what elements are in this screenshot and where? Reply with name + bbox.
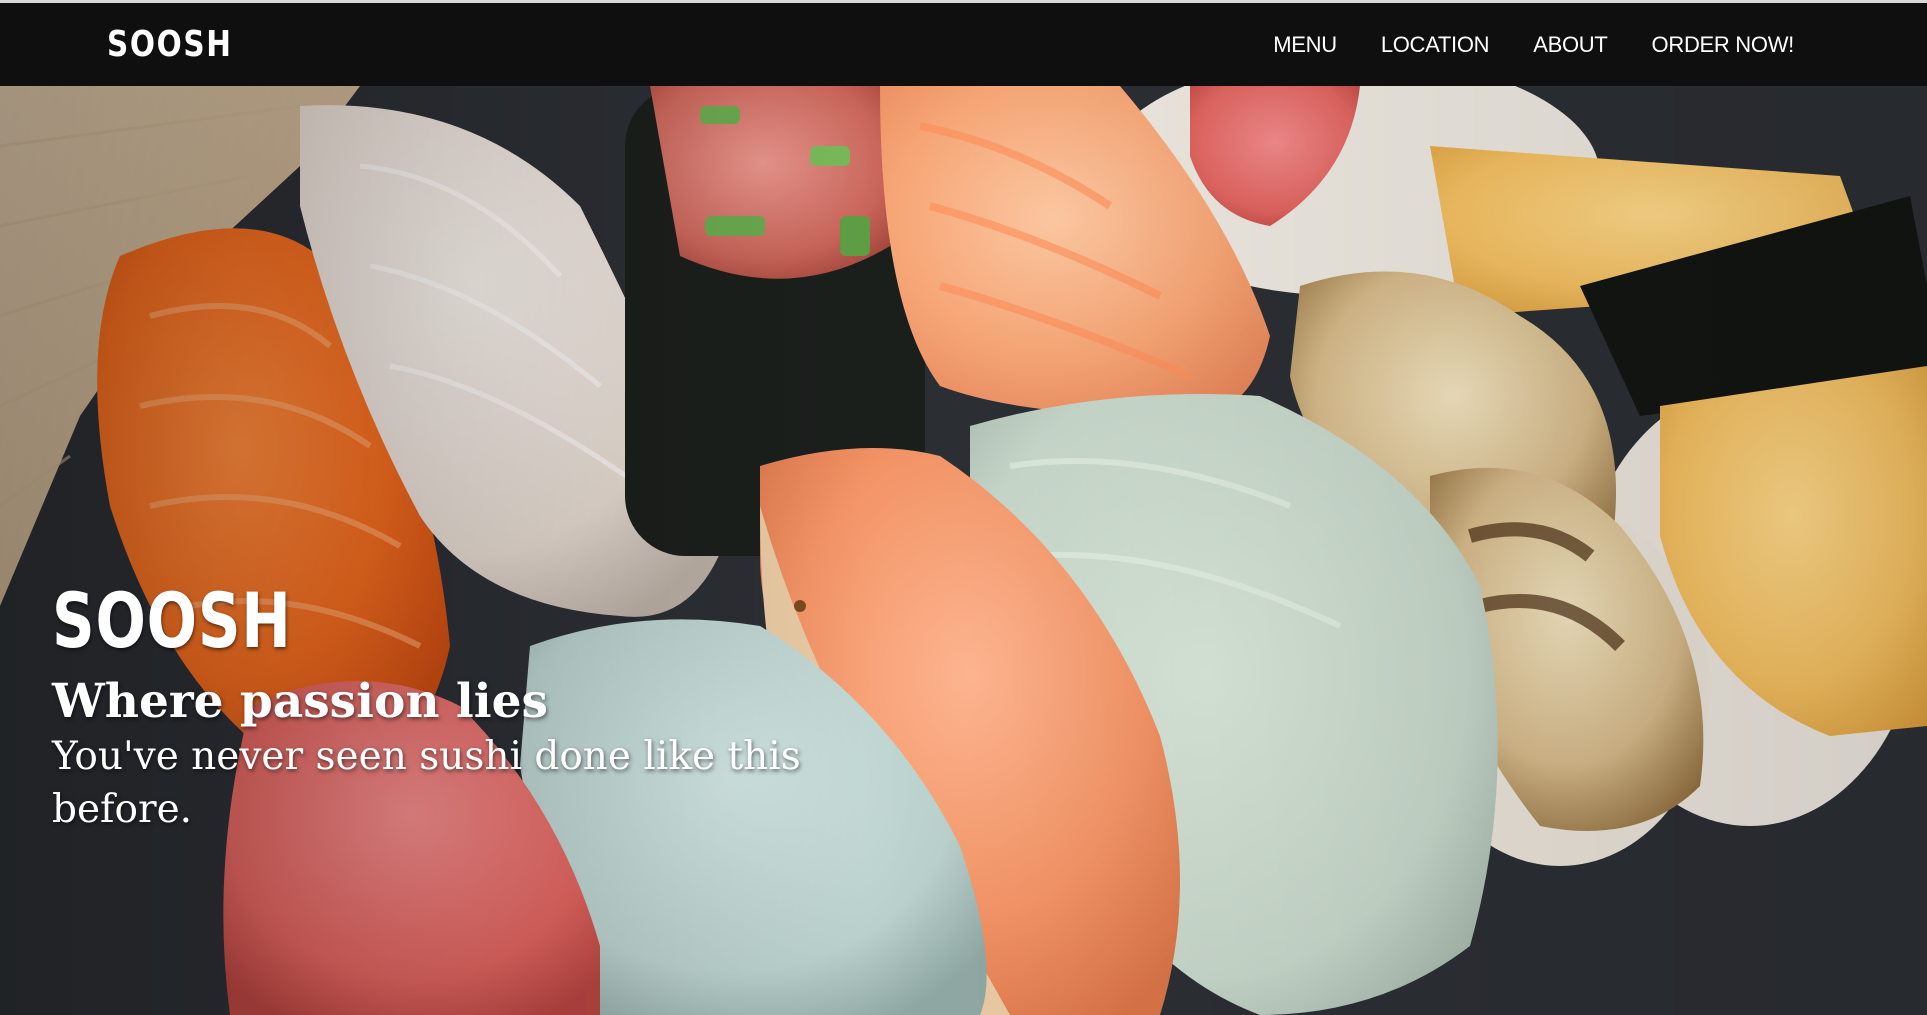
hero-title: SOOSH	[52, 576, 292, 665]
top-navbar: SOOSH MENU LOCATION ABOUT ORDER NOW!	[0, 0, 1927, 86]
hero-tagline: Where passion lies	[52, 674, 548, 729]
hero-section: SOOSH Where passion lies You've never se…	[0, 86, 1927, 1015]
hero-text-block: SOOSH Where passion lies You've never se…	[52, 576, 872, 836]
nav-links: MENU LOCATION ABOUT ORDER NOW!	[1273, 31, 1794, 59]
nav-link-order-now[interactable]: ORDER NOW!	[1652, 31, 1795, 59]
nav-link-location[interactable]: LOCATION	[1381, 31, 1490, 59]
nav-link-about[interactable]: ABOUT	[1533, 31, 1608, 59]
brand-logo[interactable]: SOOSH	[107, 23, 233, 67]
hero-sushi-image	[0, 86, 1927, 1015]
nav-link-menu[interactable]: MENU	[1273, 31, 1337, 59]
hero-subtitle: You've never seen sushi done like this b…	[52, 734, 801, 832]
